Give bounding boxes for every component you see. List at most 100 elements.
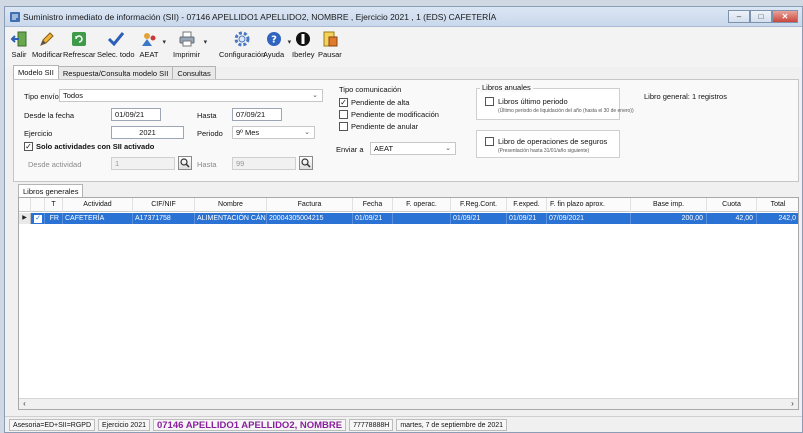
header-f-fin-plazo[interactable]: F. fin plazo aprox.: [547, 198, 631, 212]
toolbar: Salir Modificar Refrescar Selec. todo AE…: [5, 27, 802, 67]
imprimir-dropdown-icon[interactable]: ▾: [204, 38, 208, 46]
row-select-checkbox[interactable]: ✓: [31, 213, 45, 224]
header-base-imp[interactable]: Base imp.: [631, 198, 707, 212]
cell-cuota: 42,00: [707, 213, 757, 224]
gear-icon: [232, 29, 252, 49]
libros-ultimo-periodo-note: (Último periodo de liquidación del año (…: [498, 108, 634, 114]
minimize-button[interactable]: –: [728, 10, 750, 23]
scroll-left-icon[interactable]: ‹: [19, 399, 30, 409]
tab-modelo-sii[interactable]: Modelo SII: [13, 65, 59, 80]
refrescar-button[interactable]: Refrescar: [63, 29, 96, 59]
salir-label: Salir: [11, 50, 27, 59]
imprimir-label: Imprimir: [173, 50, 201, 59]
pausar-button[interactable]: Pausar: [318, 29, 342, 59]
header-f-reg-cont[interactable]: F.Reg.Cont.: [451, 198, 507, 212]
refrescar-label: Refrescar: [63, 50, 96, 59]
salir-button[interactable]: Salir: [9, 29, 29, 59]
pause-icon: [320, 29, 340, 49]
configuracion-button[interactable]: Configuración ▾: [219, 29, 272, 59]
status-nif: 77778888H: [349, 418, 394, 431]
aeat-dropdown-icon[interactable]: ▾: [162, 38, 166, 46]
maximize-button[interactable]: □: [750, 10, 772, 23]
periodo-value: 9º Mes: [236, 128, 260, 137]
selec-todo-button[interactable]: Selec. todo: [97, 29, 135, 59]
imprimir-button[interactable]: Imprimir ▾: [173, 29, 207, 59]
close-button[interactable]: ✕: [772, 10, 798, 23]
hasta-fecha-input[interactable]: 07/09/21: [232, 108, 282, 121]
libros-ultimo-periodo-label: Libros último periodo: [498, 97, 568, 106]
ejercicio-input[interactable]: 2021: [111, 126, 184, 139]
chevron-down-icon: ⌄: [445, 145, 451, 152]
pendiente-anular-label: Pendiente de anular: [351, 122, 419, 131]
horizontal-scrollbar[interactable]: ‹ ›: [19, 398, 798, 409]
row-indicator-icon: ▶: [19, 213, 31, 224]
scroll-right-icon[interactable]: ›: [787, 399, 798, 409]
cell-f-exped: 01/09/21: [507, 213, 547, 224]
cell-f-fin-plazo: 07/09/2021: [547, 213, 631, 224]
desde-actividad-input[interactable]: 1: [111, 157, 175, 170]
ayuda-label: Ayuda: [263, 50, 285, 59]
libros-generales-grid: T Actividad CIF/NIF Nombre Factura Fecha…: [18, 197, 799, 410]
iberley-icon: [293, 29, 313, 49]
libro-seguros-label: Libro de operaciones de seguros: [498, 137, 608, 146]
periodo-label: Periodo: [197, 129, 223, 138]
desde-actividad-search-button[interactable]: [178, 156, 192, 170]
search-icon: [180, 158, 190, 168]
solo-actividades-label: Solo actividades con SII activado: [36, 142, 155, 151]
status-fecha: martes, 7 de septiembre de 2021: [396, 418, 508, 431]
checkmark-icon: [106, 29, 126, 49]
hasta-actividad-search-button[interactable]: [299, 156, 313, 170]
ayuda-button[interactable]: ? Ayuda ▾: [263, 29, 291, 59]
periodo-select[interactable]: 9º Mes ⌄: [232, 126, 315, 139]
tipo-envio-label: Tipo envío: [24, 92, 59, 101]
header-total[interactable]: Total: [757, 198, 798, 212]
tipo-envio-select[interactable]: Todos ⌄: [59, 89, 323, 102]
header-t[interactable]: T: [45, 198, 63, 212]
solo-actividades-checkbox[interactable]: ✓: [24, 142, 33, 151]
selec-todo-label: Selec. todo: [97, 50, 135, 59]
iberley-button[interactable]: Iberley: [292, 29, 315, 59]
pendiente-anular-checkbox[interactable]: [339, 122, 348, 131]
libro-general-info: Libro general: 1 registros: [644, 92, 727, 101]
ayuda-dropdown-icon[interactable]: ▾: [288, 38, 292, 46]
modificar-button[interactable]: Modificar: [32, 29, 62, 59]
cell-f-operac: [393, 213, 451, 224]
table-row[interactable]: ✓ FR CAFETERÍA A17371758 ALIMENTACIÓN CÁ…: [19, 213, 798, 224]
cell-fecha: 01/09/21: [353, 213, 393, 224]
header-f-exped[interactable]: F.exped.: [507, 198, 547, 212]
enviar-a-select[interactable]: AEAT ⌄: [370, 142, 456, 155]
pendiente-modificacion-checkbox[interactable]: [339, 110, 348, 119]
cell-factura: 20004305004215: [267, 213, 353, 224]
sii-window: Suministro inmediato de información (SII…: [4, 6, 803, 433]
libro-seguros-checkbox[interactable]: [485, 137, 494, 146]
aeat-button[interactable]: AEAT ▾: [139, 29, 166, 59]
enviar-a-value: AEAT: [374, 144, 394, 153]
desde-fecha-input[interactable]: 01/09/21: [111, 108, 161, 121]
header-cif[interactable]: CIF/NIF: [133, 198, 195, 212]
status-cliente: 07146 APELLIDO1 APELLIDO2, NOMBRE: [152, 418, 347, 431]
header-nombre[interactable]: Nombre: [195, 198, 267, 212]
header-factura[interactable]: Factura: [267, 198, 353, 212]
tab-respuesta-consulta[interactable]: Respuesta/Consulta modelo SII: [57, 66, 174, 80]
header-fecha[interactable]: Fecha: [353, 198, 393, 212]
iberley-label: Iberley: [292, 50, 315, 59]
cell-t: FR: [45, 213, 63, 224]
grid-header: T Actividad CIF/NIF Nombre Factura Fecha…: [19, 198, 798, 212]
header-cuota[interactable]: Cuota: [707, 198, 757, 212]
libros-anuales-title: Libros anuales: [480, 83, 533, 92]
header-f-operac[interactable]: F. operac.: [393, 198, 451, 212]
tab-consultas[interactable]: Consultas: [172, 66, 216, 80]
configuracion-label: Configuración: [219, 50, 266, 59]
pencil-icon: [37, 29, 57, 49]
header-actividad[interactable]: Actividad: [63, 198, 133, 212]
tab-libros-generales[interactable]: Libros generales: [18, 184, 84, 198]
pendiente-alta-checkbox[interactable]: ✓: [339, 98, 348, 107]
status-ejercicio: Ejercicio 2021: [98, 418, 150, 431]
hasta-actividad-input[interactable]: 99: [232, 157, 296, 170]
cell-total: 242,0: [757, 213, 798, 224]
libro-seguros-note: (Presentación hasta 31/01/año siguiente): [498, 148, 590, 154]
pendiente-modificacion-label: Pendiente de modificación: [351, 110, 439, 119]
main-tabs: Modelo SII Respuesta/Consulta modelo SII…: [13, 65, 216, 80]
libros-ultimo-periodo-checkbox[interactable]: [485, 97, 494, 106]
cell-base-imp: 200,00: [631, 213, 707, 224]
